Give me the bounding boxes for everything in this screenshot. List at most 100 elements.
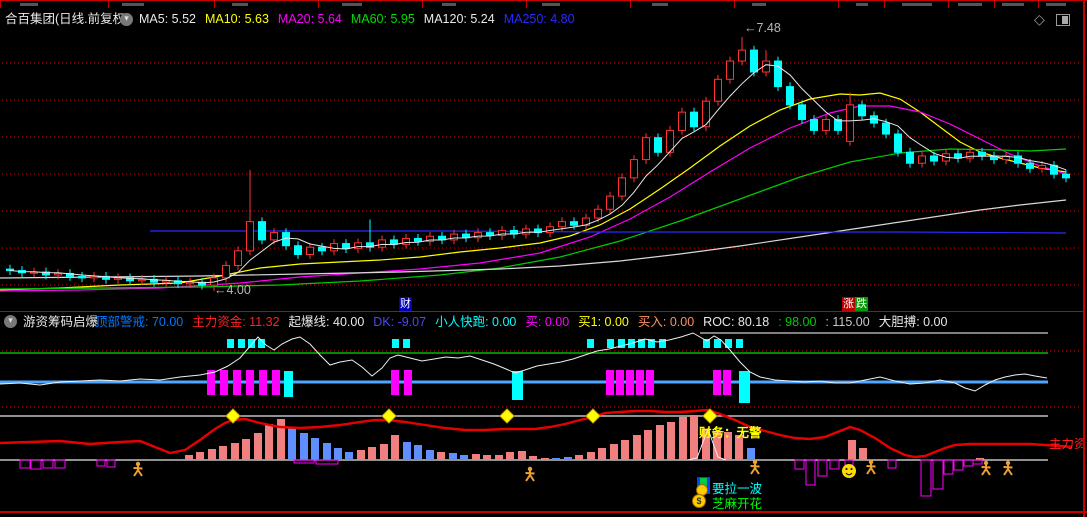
volume-bar <box>667 422 675 460</box>
volume-bar <box>391 435 399 460</box>
magenta-outline-bar <box>817 459 828 477</box>
cyan-marker-square <box>238 339 245 348</box>
magenta-signal-bar <box>246 370 254 395</box>
clipped-right-text: 主力资 <box>1049 438 1087 451</box>
indicator-chevron-down-icon[interactable]: ▾ <box>4 315 17 328</box>
magenta-outline-bar <box>19 459 31 469</box>
chart-canvas[interactable]: $ <box>0 0 1087 517</box>
volume-bar <box>334 448 342 460</box>
indicator-stat-4: 小人快跑: 0.00 <box>435 315 517 329</box>
volume-bar <box>231 443 239 460</box>
magenta-outline-bar <box>932 459 944 490</box>
cyan-signal-bar <box>284 371 293 397</box>
runner-icon <box>866 459 876 475</box>
magenta-outline-bar <box>805 459 816 486</box>
hint-tag-财[interactable]: 财 <box>399 297 412 311</box>
magenta-outline-bar <box>30 459 42 470</box>
volume-bar <box>656 425 664 460</box>
diamond-marker-icon[interactable]: ◇ <box>1034 12 1045 26</box>
magenta-signal-bar <box>636 370 644 395</box>
magenta-signal-bar <box>626 370 634 395</box>
panel-divider <box>0 311 1083 312</box>
signal-text-line1: 要拉一波 <box>712 482 763 496</box>
magenta-outline-bar <box>54 459 66 469</box>
indicator-name[interactable]: 游资筹码启爆 <box>23 316 98 329</box>
smiley-icon <box>842 464 856 478</box>
volume-bar <box>254 433 262 460</box>
ma-label-ma250: MA250: 4.80 <box>503 12 575 26</box>
magenta-signal-bar <box>233 370 241 395</box>
volume-bar <box>288 427 296 460</box>
main-price-chart <box>0 62 1081 292</box>
magenta-outline-bar <box>106 459 116 468</box>
magenta-signal-bar <box>723 370 731 395</box>
volume-bar <box>265 424 273 460</box>
cyan-marker-square <box>587 339 594 348</box>
window-border-bottom <box>0 511 1087 513</box>
chevron-down-icon[interactable]: ▾ <box>120 13 133 26</box>
volume-bar <box>449 453 457 460</box>
magenta-outline-bar <box>96 459 106 467</box>
indicator-stat-10: : 115.00 <box>825 315 870 329</box>
volume-bar <box>690 415 698 460</box>
volume-bar <box>380 444 388 460</box>
volume-bar <box>323 443 331 460</box>
window-border-right <box>1083 0 1085 517</box>
cyan-signal-bar <box>739 371 750 403</box>
ma120-line <box>0 199 1067 279</box>
magenta-outline-bar <box>829 459 840 470</box>
cyan-marker-square <box>227 339 234 348</box>
volume-bar <box>610 444 618 460</box>
app-window: $ 合百集团(日线.前复权) ▾ MA5: 5.52 MA10: 5.63 MA20… <box>0 0 1087 517</box>
cyan-marker-square <box>403 339 410 348</box>
magenta-signal-bar <box>220 370 228 395</box>
indicator-stat-11: 大胆搏: 0.00 <box>878 315 948 329</box>
cyan-marker-square <box>248 339 255 348</box>
volume-bar <box>587 452 595 460</box>
volume-bar <box>552 458 560 460</box>
cyan-marker-square <box>714 339 721 348</box>
volume-bar <box>518 451 526 460</box>
volume-bar <box>848 440 856 460</box>
svg-text:$: $ <box>696 496 701 506</box>
ma-label-ma120: MA120: 5.24 <box>423 12 495 26</box>
indicator-stat-9: : 98.00 <box>778 315 817 329</box>
ma-label-ma10: MA10: 5.63 <box>204 12 269 26</box>
volume-bar <box>357 450 365 460</box>
indicator-oscillator-panel <box>0 332 1081 408</box>
ma-label-ma20: MA20: 5.64 <box>277 12 342 26</box>
signal-badge <box>696 477 710 496</box>
hint-tag-跌[interactable]: 跌 <box>855 297 868 311</box>
magenta-outline-bar <box>963 459 974 467</box>
ma-values-row: MA5: 5.52 MA10: 5.63 MA20: 5.64 MA60: 5.95 M… <box>139 13 575 26</box>
volume-bar <box>564 457 572 460</box>
volume-bar <box>621 440 629 460</box>
indicator-stat-1: 主力资金: 11.32 <box>192 315 280 329</box>
magenta-signal-bar <box>404 370 412 395</box>
indicator-stat-7: 买入: 0.00 <box>637 315 695 329</box>
hint-tag-涨[interactable]: 涨 <box>842 297 855 311</box>
magenta-signal-bar <box>646 370 654 395</box>
volume-bar <box>311 438 319 460</box>
volume-bar <box>219 446 227 460</box>
split-window-icon[interactable] <box>1056 14 1070 26</box>
medal-icon <box>696 484 708 496</box>
volume-bar <box>529 456 537 460</box>
ma-label-ma60: MA60: 5.95 <box>350 12 415 26</box>
volume-bar <box>426 450 434 460</box>
volume-bar <box>242 439 250 460</box>
volume-bar <box>403 442 411 460</box>
volume-bar <box>633 435 641 460</box>
volume-bar <box>300 433 308 460</box>
volume-bar <box>644 430 652 460</box>
volume-bar <box>277 419 285 460</box>
magenta-signal-bar <box>391 370 399 395</box>
finance-alert-text: 财务：无警 <box>699 426 762 440</box>
volume-bar <box>196 452 204 460</box>
volume-bar <box>575 455 583 460</box>
ma-label-ma5: MA5: 5.52 <box>139 12 196 26</box>
indicator-stat-3: DK: -9.07 <box>373 315 427 329</box>
volume-bar <box>495 455 503 460</box>
magenta-signal-bar <box>616 370 624 395</box>
volume-bar <box>747 448 755 460</box>
